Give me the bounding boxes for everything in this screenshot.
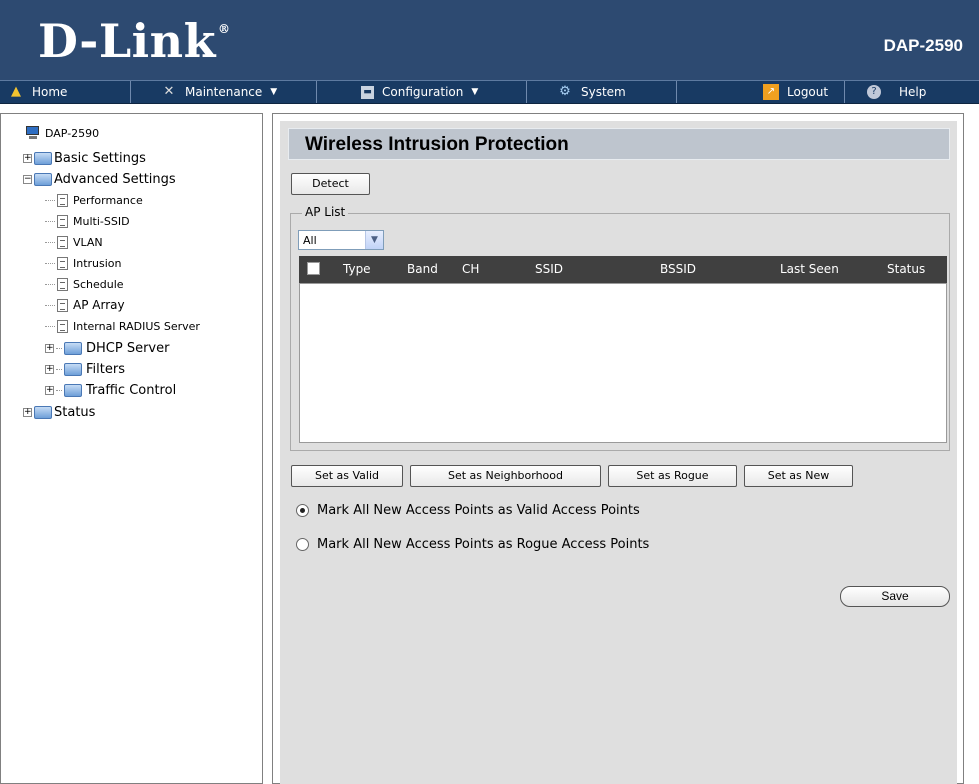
page-title-bar: Wireless Intrusion Protection [288, 128, 950, 160]
menu-bar: ▲ Home ✕ Maintenance ▼ ▬ Configuration ▼ ⚙… [0, 80, 979, 104]
tree-root[interactable]: DAP-2590 [25, 124, 99, 142]
page-title: Wireless Intrusion Protection [305, 134, 569, 155]
tree-basic-settings[interactable]: + Basic Settings [23, 149, 146, 167]
tree-multi-ssid[interactable]: Multi-SSID [45, 212, 130, 230]
set-as-rogue-button[interactable]: Set as Rogue [608, 465, 737, 487]
tree-filters[interactable]: + Filters [45, 360, 125, 378]
chevron-down-icon[interactable]: ▼ [365, 231, 383, 249]
menu-system[interactable]: ⚙ System [527, 81, 677, 103]
folder-icon [64, 383, 82, 397]
menu-maintenance[interactable]: ✕ Maintenance ▼ [131, 81, 317, 103]
computer-icon [25, 126, 41, 140]
set-as-new-button[interactable]: Set as New [744, 465, 853, 487]
chevron-down-icon: ▼ [270, 87, 278, 97]
page-icon [57, 277, 68, 291]
menu-configuration[interactable]: ▬ Configuration ▼ [317, 81, 527, 103]
detect-button[interactable]: Detect [291, 173, 370, 195]
tree-traffic-control[interactable]: + Traffic Control [45, 381, 176, 399]
column-ssid: SSID [535, 262, 564, 276]
column-ch: CH [462, 262, 480, 276]
folder-icon [64, 341, 82, 355]
tree-performance[interactable]: Performance [45, 191, 143, 209]
menu-help[interactable]: ? Help [845, 81, 978, 103]
page-icon [57, 319, 68, 333]
model-name: DAP-2590 [883, 36, 963, 55]
floppy-disk-icon: ▬ [361, 85, 374, 99]
tree-dhcp-server[interactable]: + DHCP Server [45, 339, 169, 357]
select-all-checkbox[interactable] [307, 262, 320, 275]
mark-new-rogue-radio[interactable] [296, 538, 309, 551]
column-band: Band [407, 262, 438, 276]
tree-advanced-settings[interactable]: − Advanced Settings [23, 170, 176, 188]
folder-icon [34, 405, 52, 419]
dlink-logo: D-Link ® [38, 14, 231, 68]
expand-icon[interactable]: + [23, 407, 32, 417]
expand-icon[interactable]: + [45, 364, 54, 374]
folder-icon [34, 151, 52, 165]
tools-icon: ✕ [163, 84, 175, 99]
collapse-icon[interactable]: − [23, 174, 32, 184]
set-as-valid-button[interactable]: Set as Valid [291, 465, 403, 487]
page-icon [57, 256, 68, 270]
mark-new-valid-option[interactable]: Mark All New Access Points as Valid Acce… [296, 503, 640, 518]
menu-logout[interactable]: ↗ Logout [677, 81, 845, 103]
logout-icon: ↗ [763, 84, 779, 100]
menu-home[interactable]: ▲ Home [0, 81, 131, 103]
column-status: Status [887, 262, 926, 276]
tree-ap-array[interactable]: AP Array [45, 296, 125, 314]
page-icon [57, 214, 68, 228]
ap-table-body[interactable] [299, 283, 947, 443]
chevron-down-icon: ▼ [471, 87, 479, 97]
column-bssid: BSSID [660, 262, 697, 276]
help-icon: ? [867, 85, 881, 99]
folder-icon [64, 362, 82, 376]
tree-internal-radius-server[interactable]: Internal RADIUS Server [45, 317, 200, 335]
page-icon [57, 235, 68, 249]
save-button[interactable]: Save [840, 586, 950, 607]
expand-icon[interactable]: + [45, 343, 54, 353]
home-icon: ▲ [11, 84, 21, 99]
tree-vlan[interactable]: VLAN [45, 233, 103, 251]
tree-status[interactable]: + Status [23, 403, 95, 421]
ap-filter-select[interactable]: All ▼ [298, 230, 384, 250]
page-icon [57, 298, 68, 312]
navigation-tree: DAP-2590 + Basic Settings − Advanced Set… [0, 113, 263, 784]
expand-icon[interactable]: + [23, 153, 32, 163]
ap-table-header: Type Band CH SSID BSSID Last Seen Status [299, 256, 947, 283]
column-type: Type [343, 262, 371, 276]
tree-schedule[interactable]: Schedule [45, 275, 124, 293]
mark-new-valid-radio[interactable] [296, 504, 309, 517]
header-banner: D-Link ® DAP-2590 [0, 0, 979, 80]
column-last-seen: Last Seen [780, 262, 839, 276]
tree-intrusion[interactable]: Intrusion [45, 254, 122, 272]
open-folder-icon [34, 172, 52, 186]
ap-list-legend: AP List [302, 205, 349, 219]
page-icon [57, 193, 68, 207]
set-as-neighborhood-button[interactable]: Set as Neighborhood [410, 465, 601, 487]
expand-icon[interactable]: + [45, 385, 54, 395]
mark-new-rogue-option[interactable]: Mark All New Access Points as Rogue Acce… [296, 537, 649, 552]
system-icon: ⚙ [559, 84, 571, 99]
